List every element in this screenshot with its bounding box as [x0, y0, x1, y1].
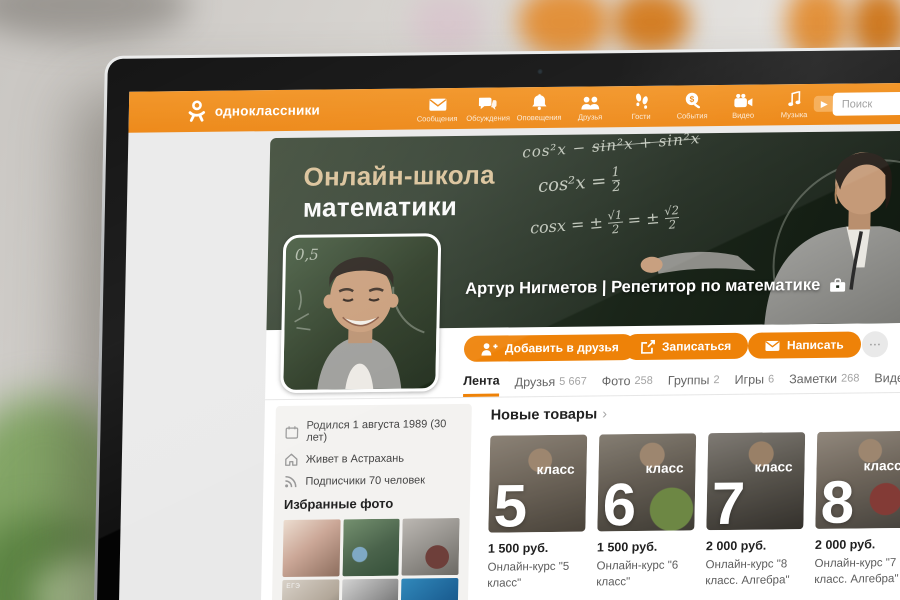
background-pink-blob: [410, 0, 485, 54]
notifications-icon: [514, 93, 565, 111]
signup-button[interactable]: Записаться: [624, 333, 749, 360]
favorite-photo[interactable]: [401, 578, 459, 600]
goods-image: 7 класс: [706, 432, 805, 530]
goods-card[interactable]: 5 класс 1 500 руб. Онлайн-курс "5 класс": [487, 435, 587, 592]
subscribers-fact: Подписчики 70 человек: [284, 473, 460, 488]
goods-price: 1 500 руб.: [597, 539, 694, 554]
more-actions-button[interactable]: ⋯: [862, 331, 889, 357]
ok-header: одноклассники Сообщения: [128, 83, 900, 133]
goods-card[interactable]: 6 класс 1 500 руб. Онлайн-курс "6 класс": [596, 433, 696, 590]
nav-guests[interactable]: Гости: [616, 92, 668, 122]
laptop-silver-rim: одноклассники Сообщения: [92, 46, 900, 600]
briefcase-badge-icon: [829, 278, 846, 293]
chevron-right-icon: ›: [602, 406, 607, 422]
search-input[interactable]: [833, 91, 900, 115]
avatar[interactable]: 0,5: [280, 233, 441, 393]
cover-title: Онлайн-школа математики: [303, 160, 496, 224]
goods-price: 2 000 руб.: [706, 538, 803, 553]
webcam: [538, 69, 543, 74]
write-message-icon: [765, 340, 780, 351]
events-icon: $: [667, 91, 718, 109]
goods-price: 2 000 руб.: [815, 537, 900, 552]
nav-music[interactable]: Музыка: [769, 90, 821, 120]
new-goods-section: Новые товары› 5 класс 1 500 руб. Онлайн: [487, 403, 900, 592]
logo-text: одноклассники: [215, 102, 320, 118]
goods-card[interactable]: 7 класс 2 000 руб. Онлайн-курс "8 класс.…: [705, 432, 805, 589]
add-friend-icon: [481, 342, 498, 355]
home-icon: [285, 453, 298, 466]
profile-info-card: Родился 1 августа 1989 (30 лет) Живет в …: [271, 404, 472, 600]
goods-image: 8 класс: [815, 431, 900, 529]
birthday-fact: Родился 1 августа 1989 (30 лет): [285, 418, 461, 444]
goods-name: Онлайн-курс "5 класс": [487, 560, 585, 592]
ok-logo[interactable]: одноклассники: [187, 99, 321, 123]
favorite-photo[interactable]: [341, 579, 399, 600]
video-icon: [718, 90, 769, 108]
goods-name: Онлайн-курс "6 класс": [596, 558, 694, 590]
music-icon: [769, 90, 820, 108]
calendar-icon: [285, 425, 298, 438]
goods-card[interactable]: 8 класс 2 000 руб. Онлайн-курс "7 класс.…: [814, 431, 900, 588]
nav-video[interactable]: Видео: [718, 90, 770, 120]
background-orange-blob: [612, 0, 690, 54]
messages-icon: [412, 94, 463, 112]
favorite-photo[interactable]: ЕГЭ: [281, 579, 339, 600]
teacher-photo: [616, 131, 900, 327]
laptop: одноклассники Сообщения: [92, 46, 900, 600]
guests-icon: [616, 92, 667, 110]
favorite-photo[interactable]: [282, 519, 340, 577]
nav-messages[interactable]: Сообщения: [412, 94, 464, 124]
laptop-bezel: одноклассники Сообщения: [95, 49, 900, 600]
nav-events[interactable]: $ События: [667, 91, 719, 121]
tab-groups[interactable]: Группы2: [668, 365, 720, 395]
favorite-photo[interactable]: [342, 519, 400, 577]
friends-icon: [565, 92, 616, 110]
ok-logo-icon: [187, 100, 207, 122]
tab-lenta[interactable]: Лента: [463, 368, 500, 397]
nav-notifications[interactable]: Оповещения: [514, 93, 566, 123]
signup-icon: [641, 340, 655, 354]
svg-text:$: $: [689, 94, 694, 104]
goods-name: Онлайн-курс "7 класс. Алгебра": [814, 556, 900, 588]
favorite-photo[interactable]: [402, 518, 460, 576]
goods-heading[interactable]: Новые товары›: [491, 403, 900, 424]
goods-image: 6 класс: [597, 433, 696, 531]
goods-name: Онлайн-курс "8 класс. Алгебра": [705, 557, 803, 589]
browser-screen: одноклассники Сообщения: [118, 83, 900, 600]
tab-friends[interactable]: Друзья5 667: [514, 367, 587, 397]
favorite-photos-heading: Избранные фото: [284, 495, 460, 512]
city-fact: Живет в Астрахань: [285, 451, 461, 466]
background-shadow-blob: [0, 0, 190, 40]
tab-notes[interactable]: Заметки268: [789, 363, 860, 393]
header-nav: Сообщения Обсуждения: [412, 90, 821, 124]
tab-photos[interactable]: Фото258: [601, 366, 653, 396]
nav-discussions[interactable]: Обсуждения: [463, 93, 515, 123]
goods-image: 5 класс: [488, 435, 587, 533]
tab-video[interactable]: Видео: [874, 363, 900, 392]
goods-cards: 5 класс 1 500 руб. Онлайн-курс "5 класс"…: [487, 431, 900, 592]
favorite-photos-grid: ЕГЭ: [281, 518, 459, 600]
tab-games[interactable]: Игры6: [734, 364, 774, 393]
write-message-button[interactable]: Написать: [748, 331, 861, 358]
background-orange-blob: [518, 0, 610, 58]
scene: одноклассники Сообщения: [0, 0, 900, 600]
nav-friends[interactable]: Друзья: [565, 92, 617, 122]
goods-price: 1 500 руб.: [488, 541, 585, 556]
add-friend-button[interactable]: Добавить в друзья: [464, 334, 636, 362]
profile-card: cos²x − sin²x + sin²x cos²x = 12 cosx = …: [260, 131, 900, 600]
subscribers-icon: [284, 475, 297, 488]
discussions-icon: [463, 93, 514, 111]
